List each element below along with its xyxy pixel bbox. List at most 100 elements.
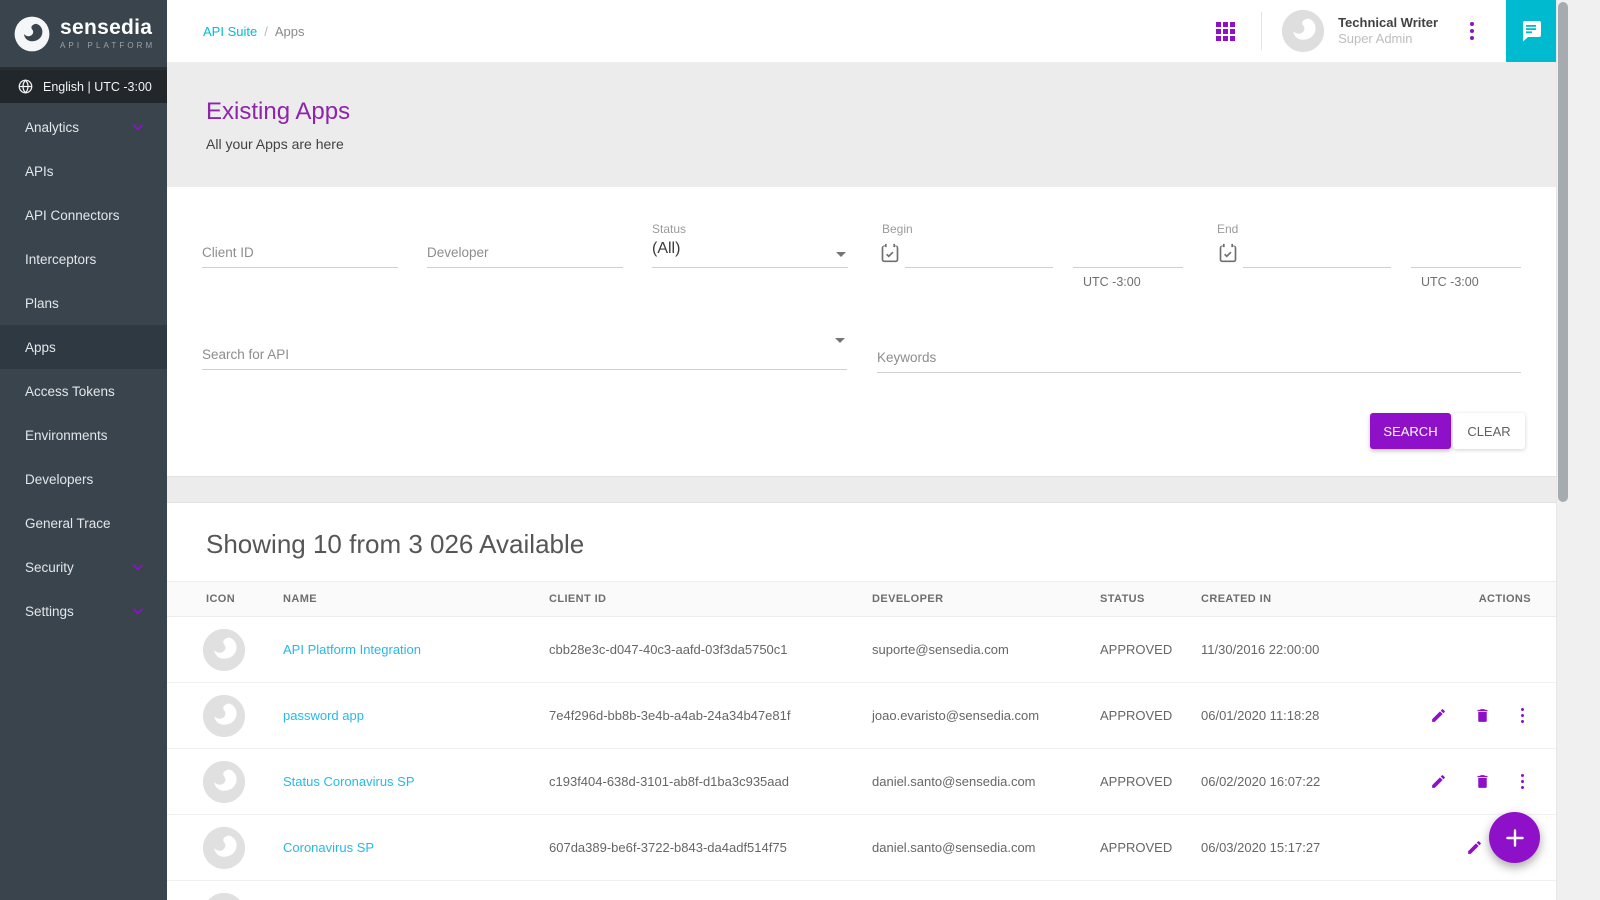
user-info: Technical Writer Super Admin bbox=[1338, 15, 1438, 47]
app-name-link[interactable]: Status Coronavirus SP bbox=[283, 774, 549, 789]
sidebar-item-label: Settings bbox=[25, 604, 74, 619]
app-developer: joao.evaristo@sensedia.com bbox=[872, 708, 1100, 723]
sidebar-item-analytics[interactable]: Analytics bbox=[0, 105, 167, 149]
edit-pencil-icon[interactable] bbox=[1430, 773, 1447, 790]
page-subtitle: All your Apps are here bbox=[206, 136, 1556, 152]
col-name: NAME bbox=[283, 593, 549, 605]
row-more-kebab-icon[interactable] bbox=[1518, 705, 1528, 727]
search-api-select[interactable] bbox=[202, 339, 847, 370]
plus-icon bbox=[1502, 825, 1528, 851]
calendar-check-icon[interactable] bbox=[880, 243, 900, 263]
calendar-check-icon[interactable] bbox=[1218, 243, 1238, 263]
breadcrumb-api-suite[interactable]: API Suite bbox=[203, 24, 257, 39]
app-developer: daniel.santo@sensedia.com bbox=[872, 840, 1100, 855]
sidebar-item-developers[interactable]: Developers bbox=[0, 457, 167, 501]
app-client-id: 607da389-be6f-3722-b843-da4adf514f75 bbox=[549, 840, 872, 855]
filter-panel: Status (All) Begin UTC -3:00 End UTC -3:… bbox=[167, 187, 1556, 476]
col-status: STATUS bbox=[1100, 593, 1201, 605]
scrollbar-track[interactable] bbox=[1556, 0, 1600, 900]
sidebar-item-access-tokens[interactable]: Access Tokens bbox=[0, 369, 167, 413]
topbar: API Suite / Apps Technical Writer Super … bbox=[167, 0, 1556, 62]
begin-label: Begin bbox=[882, 222, 913, 236]
app-name-link[interactable]: API Platform Integration bbox=[283, 642, 549, 657]
end-date-input[interactable] bbox=[1243, 238, 1391, 268]
app-window: sensedia API PLATFORM English | UTC -3:0… bbox=[0, 0, 1600, 900]
sidebar-item-environments[interactable]: Environments bbox=[0, 413, 167, 457]
chevron-down-icon bbox=[131, 120, 145, 134]
end-utc-label: UTC -3:00 bbox=[1421, 275, 1479, 289]
developer-input[interactable] bbox=[427, 238, 623, 268]
sidebar-item-label: Apps bbox=[25, 340, 56, 355]
sidebar: sensedia API PLATFORM English | UTC -3:0… bbox=[0, 0, 167, 900]
sidebar-item-label: Analytics bbox=[25, 120, 79, 135]
keywords-input[interactable] bbox=[877, 342, 1521, 373]
chevron-down-icon bbox=[131, 604, 145, 618]
app-client-id: c193f404-638d-3101-ab8f-d1ba3c935aad bbox=[549, 774, 872, 789]
globe-icon bbox=[18, 79, 33, 94]
sidebar-item-label: Plans bbox=[25, 296, 59, 311]
chat-button[interactable] bbox=[1506, 0, 1556, 62]
sidebar-item-label: Interceptors bbox=[25, 252, 96, 267]
status-badge: APPROVED bbox=[1100, 708, 1201, 723]
begin-time-input[interactable] bbox=[1073, 238, 1183, 268]
breadcrumb: API Suite / Apps bbox=[203, 24, 304, 39]
dropdown-arrow-icon bbox=[836, 252, 846, 257]
edit-pencil-icon[interactable] bbox=[1430, 707, 1447, 724]
sidebar-item-apps[interactable]: Apps bbox=[0, 325, 167, 369]
status-badge: APPROVED bbox=[1100, 642, 1201, 657]
app-created-in: 06/02/2020 16:07:22 bbox=[1201, 774, 1393, 789]
actions-cell bbox=[1393, 771, 1556, 793]
app-swirl-icon bbox=[201, 825, 247, 871]
status-value: (All) bbox=[652, 240, 680, 257]
app-created-in: 11/30/2016 22:00:00 bbox=[1201, 642, 1393, 657]
sidebar-item-api-connectors[interactable]: API Connectors bbox=[0, 193, 167, 237]
col-icon: ICON bbox=[206, 593, 283, 605]
app-name-link[interactable]: password app bbox=[283, 708, 549, 723]
actions-cell bbox=[1393, 705, 1556, 727]
topbar-divider bbox=[1261, 12, 1262, 50]
status-select[interactable]: (All) bbox=[652, 240, 848, 268]
user-name: Technical Writer bbox=[1338, 15, 1438, 31]
app-swirl-icon bbox=[201, 759, 247, 805]
user-menu-kebab-icon[interactable] bbox=[1464, 16, 1480, 46]
end-time-input[interactable] bbox=[1411, 238, 1521, 268]
table-row: Status Coronavirus SP c193f404-638d-3101… bbox=[167, 749, 1556, 815]
client-id-input[interactable] bbox=[202, 238, 398, 268]
sidebar-item-label: Security bbox=[25, 560, 74, 575]
brand-tagline: API PLATFORM bbox=[60, 41, 155, 50]
add-app-fab[interactable] bbox=[1489, 812, 1540, 863]
results-summary: Showing 10 from 3 026 Available bbox=[167, 503, 1556, 560]
sidebar-item-settings[interactable]: Settings bbox=[0, 589, 167, 633]
table-row bbox=[167, 881, 1556, 900]
col-client-id: CLIENT ID bbox=[549, 593, 872, 605]
sidebar-item-label: APIs bbox=[25, 164, 54, 179]
breadcrumb-separator: / bbox=[264, 24, 268, 39]
edit-pencil-icon[interactable] bbox=[1466, 839, 1483, 856]
sidebar-menu: Analytics APIs API Connectors Intercepto… bbox=[0, 103, 167, 900]
sidebar-item-security[interactable]: Security bbox=[0, 545, 167, 589]
delete-trash-icon[interactable] bbox=[1474, 707, 1491, 724]
sidebar-item-plans[interactable]: Plans bbox=[0, 281, 167, 325]
begin-date-input[interactable] bbox=[905, 238, 1053, 268]
sidebar-item-interceptors[interactable]: Interceptors bbox=[0, 237, 167, 281]
table-row: API Platform Integration cbb28e3c-d047-4… bbox=[167, 617, 1556, 683]
locale-selector[interactable]: English | UTC -3:00 bbox=[0, 70, 167, 103]
avatar[interactable] bbox=[1280, 8, 1326, 54]
begin-utc-label: UTC -3:00 bbox=[1083, 275, 1141, 289]
sidebar-item-apis[interactable]: APIs bbox=[0, 149, 167, 193]
row-more-kebab-icon[interactable] bbox=[1518, 771, 1528, 793]
app-swirl-icon bbox=[201, 627, 247, 673]
clear-button[interactable]: CLEAR bbox=[1453, 413, 1525, 449]
delete-trash-icon[interactable] bbox=[1474, 773, 1491, 790]
sidebar-item-label: General Trace bbox=[25, 516, 111, 531]
search-button[interactable]: SEARCH bbox=[1370, 413, 1451, 449]
brand-logo[interactable]: sensedia API PLATFORM bbox=[0, 0, 167, 70]
scrollbar-thumb[interactable] bbox=[1558, 2, 1568, 502]
sidebar-item-general-trace[interactable]: General Trace bbox=[0, 501, 167, 545]
results-section: Showing 10 from 3 026 Available ICON NAM… bbox=[167, 503, 1556, 900]
app-swirl-icon bbox=[201, 693, 247, 739]
app-name-link[interactable]: Coronavirus SP bbox=[283, 840, 549, 855]
page: Existing Apps All your Apps are here Sta… bbox=[167, 62, 1556, 900]
apps-grid-icon[interactable] bbox=[1216, 22, 1235, 41]
col-created-in: CREATED IN bbox=[1201, 593, 1393, 605]
